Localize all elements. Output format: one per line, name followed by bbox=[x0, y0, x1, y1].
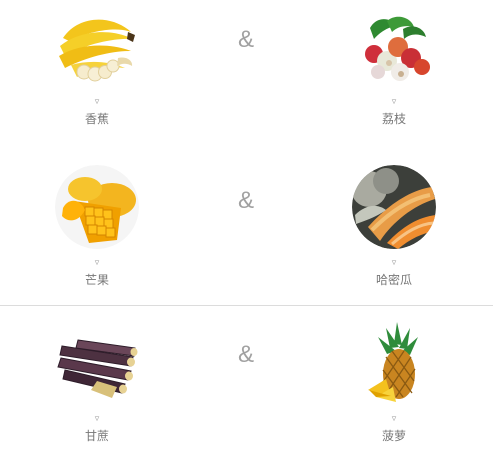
fruit-card-mango[interactable]: ▿ 芒果 bbox=[37, 165, 157, 287]
chevron-down-icon: ▿ bbox=[391, 97, 397, 107]
chevron-down-icon: ▿ bbox=[94, 258, 100, 268]
fruit-card-cantaloupe[interactable]: ▿ 哈密瓜 bbox=[334, 165, 454, 287]
fruit-name-mango: 芒果 bbox=[84, 273, 109, 287]
pair-connector: & bbox=[237, 341, 254, 368]
chevron-down-icon: ▿ bbox=[94, 97, 100, 107]
pair-connector: & bbox=[237, 187, 254, 214]
mango-image bbox=[55, 165, 139, 249]
cantaloupe-image bbox=[352, 165, 436, 249]
fruit-name-cantaloupe: 哈密瓜 bbox=[375, 273, 412, 287]
fruit-card-sugarcane[interactable]: ▿ 甘蔗 bbox=[37, 320, 157, 443]
banana-image bbox=[55, 8, 139, 92]
pair-connector: & bbox=[237, 26, 254, 53]
fruit-name-pineapple: 菠萝 bbox=[381, 429, 406, 443]
fruit-pair-row-2: ▿ 芒果 & ▿ 哈密瓜 bbox=[0, 160, 493, 300]
sugarcane-image bbox=[55, 320, 139, 404]
fruit-pair-row-3: ▿ 甘蔗 & ▿ 菠萝 bbox=[0, 305, 493, 454]
fruit-card-lychee[interactable]: ▿ 荔枝 bbox=[334, 0, 454, 126]
fruit-name-sugarcane: 甘蔗 bbox=[84, 429, 109, 443]
chevron-down-icon: ▿ bbox=[391, 414, 397, 424]
chevron-down-icon: ▿ bbox=[94, 414, 100, 424]
fruit-card-banana[interactable]: ▿ 香蕉 bbox=[37, 0, 157, 126]
fruit-pair-row-1: ▿ 香蕉 & ▿ 荔枝 bbox=[0, 0, 493, 150]
lychee-image bbox=[352, 8, 436, 92]
fruit-name-banana: 香蕉 bbox=[84, 112, 109, 126]
pineapple-image bbox=[352, 320, 436, 404]
chevron-down-icon: ▿ bbox=[391, 258, 397, 268]
fruit-name-lychee: 荔枝 bbox=[381, 112, 406, 126]
fruit-card-pineapple[interactable]: ▿ 菠萝 bbox=[334, 320, 454, 443]
